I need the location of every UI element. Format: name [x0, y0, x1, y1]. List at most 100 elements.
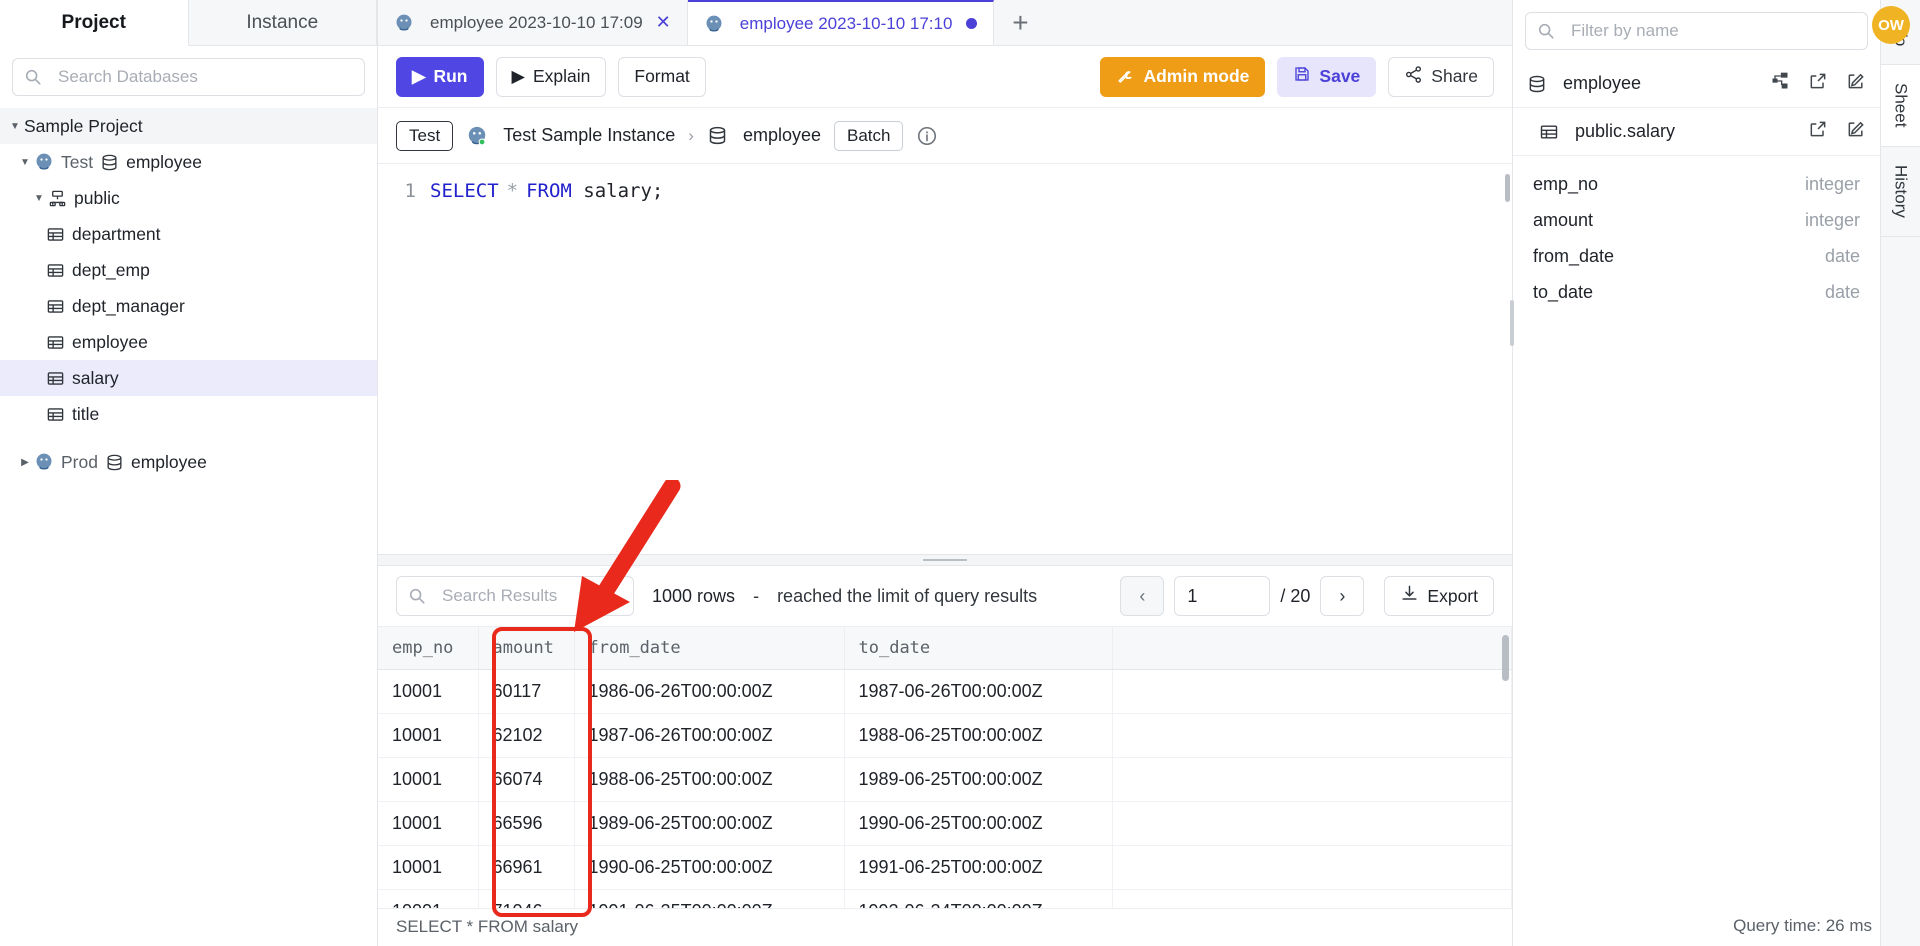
- schema-table-row[interactable]: public.salary: [1513, 108, 1880, 156]
- edit-icon[interactable]: [1846, 119, 1866, 144]
- sidebar-tab-project[interactable]: Project: [0, 0, 189, 46]
- cell-amount[interactable]: 60117: [478, 669, 575, 715]
- results-table-wrapper[interactable]: emp_no amount from_date to_date 10001 60…: [378, 626, 1512, 908]
- schema-column-row[interactable]: to_date date: [1513, 274, 1880, 310]
- table-row[interactable]: 10001 66596 1989-06-25T00:00:00Z 1990-06…: [378, 801, 1512, 847]
- search-databases-box[interactable]: [12, 58, 365, 96]
- column-header-to-date[interactable]: to_date: [844, 627, 1113, 671]
- tree-item-db-label: employee: [126, 151, 202, 172]
- column-header-from-date[interactable]: from_date: [574, 627, 845, 671]
- table-row[interactable]: 10001 66074 1988-06-25T00:00:00Z 1989-06…: [378, 757, 1512, 803]
- tree-item-table-employee[interactable]: employee: [0, 324, 377, 360]
- search-databases-input[interactable]: [58, 67, 353, 87]
- column-header-emp-no[interactable]: emp_no: [378, 627, 479, 671]
- cell-emp-no[interactable]: 10001: [378, 801, 479, 847]
- tab-sheet[interactable]: Sheet: [1881, 65, 1920, 147]
- search-results-box[interactable]: [396, 576, 634, 617]
- tab-history[interactable]: History: [1881, 147, 1920, 237]
- schema-column-row[interactable]: emp_no integer: [1513, 166, 1880, 202]
- cell-emp-no[interactable]: 10001: [378, 669, 479, 715]
- next-page-button[interactable]: ›: [1320, 576, 1365, 617]
- table-row[interactable]: 10001 66961 1990-06-25T00:00:00Z 1991-06…: [378, 845, 1512, 891]
- run-button[interactable]: ▶ Run: [396, 56, 484, 97]
- sidebar-tab-instance[interactable]: Instance: [189, 0, 377, 45]
- tree-item-prod-instance[interactable]: Prod employee: [0, 444, 377, 480]
- open-external-icon[interactable]: [1808, 71, 1828, 96]
- cell-amount[interactable]: 66961: [478, 845, 575, 891]
- diagram-icon[interactable]: [1770, 71, 1790, 96]
- editor-scrollbar[interactable]: [1505, 174, 1510, 202]
- cell-emp-no[interactable]: 10001: [378, 713, 479, 759]
- schema-panel: employee public.salary: [1510, 0, 1880, 946]
- tree-item-public-schema[interactable]: public: [0, 180, 377, 216]
- chevron-right-icon: ›: [1339, 585, 1346, 606]
- table-row[interactable]: 10001 71046 1991-06-25T00:00:00Z 1992-06…: [378, 889, 1512, 908]
- run-button-label: Run: [433, 66, 468, 86]
- cell-to-date[interactable]: 1992-06-24T00:00:00Z: [844, 889, 1113, 908]
- filter-by-name-box[interactable]: [1525, 12, 1868, 50]
- schema-database-row[interactable]: employee: [1513, 60, 1880, 108]
- query-tab-1[interactable]: employee 2023-10-10 17:09 ✕: [378, 0, 688, 45]
- cell-to-date[interactable]: 1991-06-25T00:00:00Z: [844, 845, 1113, 891]
- tree-item-table-title[interactable]: title: [0, 396, 377, 432]
- schema-column-row[interactable]: amount integer: [1513, 202, 1880, 238]
- cell-amount[interactable]: 62102: [478, 713, 575, 759]
- cell-from-date[interactable]: 1989-06-25T00:00:00Z: [574, 801, 845, 847]
- explain-button[interactable]: ▶ Explain: [495, 56, 607, 97]
- info-icon[interactable]: [916, 125, 938, 147]
- cell-amount[interactable]: 66074: [478, 757, 575, 803]
- panel-splitter[interactable]: [378, 554, 1512, 566]
- page-number-input[interactable]: 1: [1174, 576, 1271, 617]
- chevron-down-icon[interactable]: [30, 193, 48, 204]
- open-external-icon[interactable]: [1808, 119, 1828, 144]
- search-results-input[interactable]: [442, 586, 622, 607]
- cell-from-date[interactable]: 1986-06-26T00:00:00Z: [574, 669, 845, 715]
- tree-item-table-dept-manager[interactable]: dept_manager: [0, 288, 377, 324]
- chevron-down-icon[interactable]: [6, 121, 24, 132]
- breadcrumb-database[interactable]: employee: [707, 125, 821, 146]
- cell-amount[interactable]: 66596: [478, 801, 575, 847]
- tree-item-table-dept-emp[interactable]: dept_emp: [0, 252, 377, 288]
- close-icon[interactable]: ✕: [656, 12, 671, 33]
- share-button[interactable]: Share: [1388, 56, 1494, 97]
- admin-mode-button[interactable]: Admin mode: [1100, 56, 1266, 97]
- cell-to-date[interactable]: 1990-06-25T00:00:00Z: [844, 801, 1113, 847]
- environment-chip[interactable]: Test: [396, 120, 454, 151]
- cell-emp-no[interactable]: 10001: [378, 889, 479, 908]
- batch-chip[interactable]: Batch: [834, 120, 904, 151]
- schema-resize-handle[interactable]: [1510, 300, 1514, 346]
- tree-item-table-department[interactable]: department: [0, 216, 377, 252]
- tree-item-table-salary[interactable]: salary: [0, 360, 377, 396]
- cell-amount[interactable]: 71046: [478, 889, 575, 908]
- cell-from-date[interactable]: 1990-06-25T00:00:00Z: [574, 845, 845, 891]
- cell-emp-no[interactable]: 10001: [378, 757, 479, 803]
- results-scrollbar[interactable]: [1502, 635, 1509, 682]
- cell-to-date[interactable]: 1987-06-26T00:00:00Z: [844, 669, 1113, 715]
- prev-page-button[interactable]: ‹: [1120, 576, 1165, 617]
- avatar[interactable]: OW: [1872, 6, 1910, 44]
- edit-icon[interactable]: [1846, 71, 1866, 96]
- cell-emp-no[interactable]: 10001: [378, 845, 479, 891]
- column-header-amount[interactable]: amount: [478, 627, 575, 671]
- chevron-down-icon[interactable]: [16, 157, 34, 168]
- schema-column-row[interactable]: from_date date: [1513, 238, 1880, 274]
- query-tab-2[interactable]: employee 2023-10-10 17:10: [687, 0, 995, 45]
- breadcrumb-instance[interactable]: Test Sample Instance: [466, 125, 675, 147]
- table-row[interactable]: 10001 60117 1986-06-26T00:00:00Z 1987-06…: [378, 669, 1512, 715]
- cell-from-date[interactable]: 1987-06-26T00:00:00Z: [574, 713, 845, 759]
- cell-from-date[interactable]: 1991-06-25T00:00:00Z: [574, 889, 845, 908]
- cell-from-date[interactable]: 1988-06-25T00:00:00Z: [574, 757, 845, 803]
- cell-to-date[interactable]: 1989-06-25T00:00:00Z: [844, 757, 1113, 803]
- query-tabbar: employee 2023-10-10 17:09 ✕ employee 202…: [378, 0, 1512, 46]
- tree-item-test-instance[interactable]: Test employee: [0, 144, 377, 180]
- chevron-right-icon[interactable]: [16, 457, 34, 468]
- table-row[interactable]: 10001 62102 1987-06-26T00:00:00Z 1988-06…: [378, 713, 1512, 759]
- format-button[interactable]: Format: [618, 56, 706, 97]
- cell-to-date[interactable]: 1988-06-25T00:00:00Z: [844, 713, 1113, 759]
- sql-editor[interactable]: 1 SELECT * FROM salary;: [378, 164, 1512, 554]
- filter-by-name-input[interactable]: [1571, 21, 1856, 41]
- export-button[interactable]: Export: [1384, 576, 1494, 617]
- new-tab-button[interactable]: +: [994, 0, 1046, 45]
- tree-item-sample-project[interactable]: Sample Project: [0, 108, 377, 144]
- save-button[interactable]: Save: [1277, 56, 1377, 97]
